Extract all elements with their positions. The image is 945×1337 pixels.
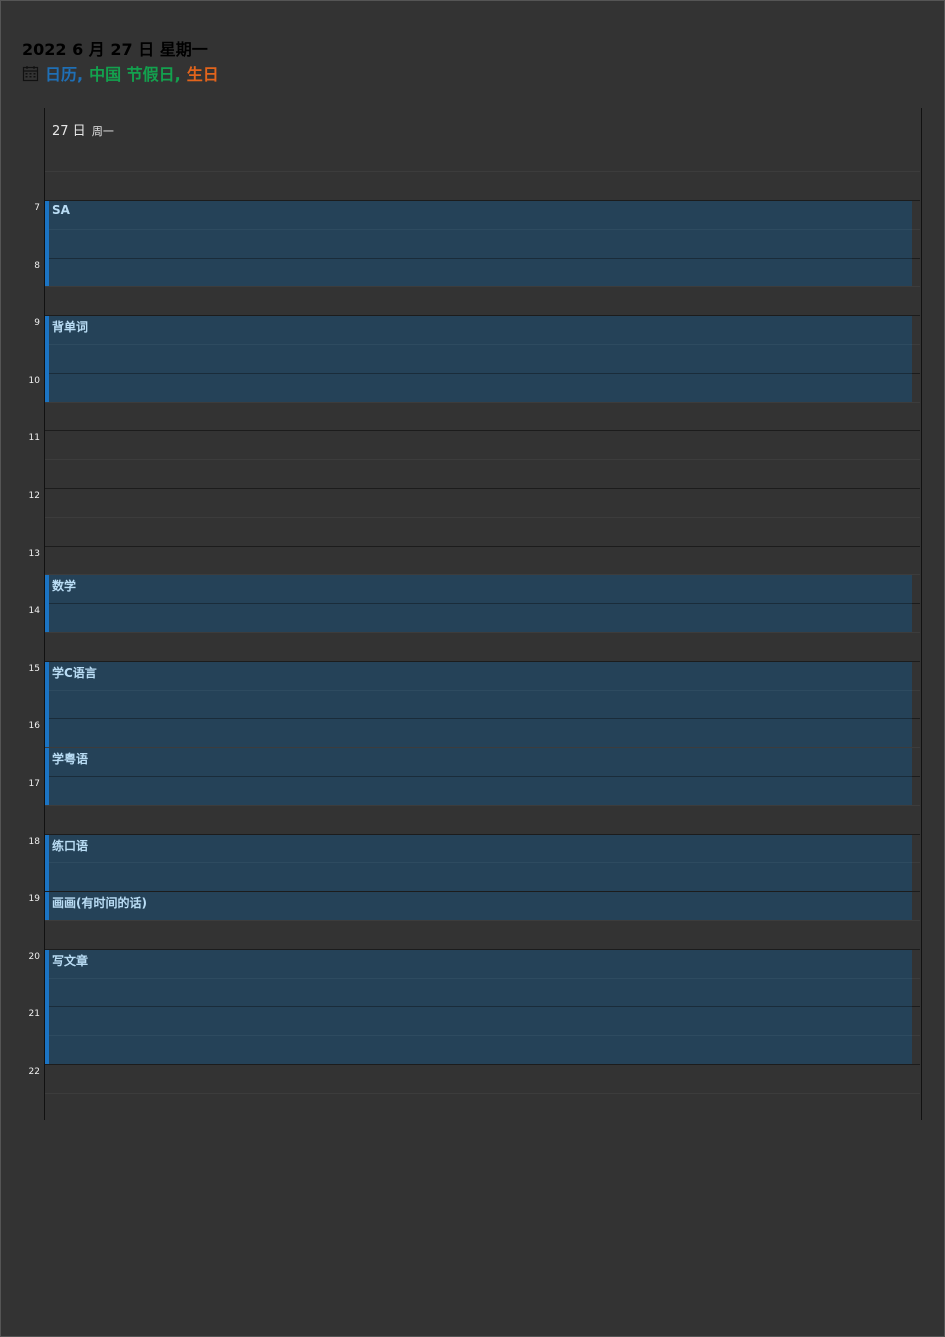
event-title: 背单词: [52, 320, 89, 334]
hour-label: 18: [28, 837, 40, 847]
event-half-hour-line: [49, 862, 912, 863]
half-hour-line: [45, 805, 920, 806]
hour-label: 9: [34, 318, 40, 328]
hour-label: 7: [34, 203, 40, 213]
event-hour-line: [49, 373, 912, 374]
event-hour-line: [49, 1006, 912, 1007]
hour-label: 21: [28, 1009, 40, 1019]
hour-label: 17: [28, 779, 40, 789]
calendar-event[interactable]: 练口语: [45, 835, 912, 891]
half-hour-line: [45, 171, 920, 172]
hour-label: 19: [28, 894, 40, 904]
hour-line: [45, 546, 920, 547]
hour-line: [45, 1064, 920, 1065]
calendar-name-birthdays: 生日: [186, 65, 219, 84]
hour-label: 14: [28, 606, 40, 616]
event-hour-line: [49, 603, 912, 604]
hour-label: 16: [28, 721, 40, 731]
hour-label: 15: [28, 664, 40, 674]
half-hour-line: [45, 1093, 920, 1094]
page-title: 2022 6 月 27 日 星期一: [22, 40, 208, 59]
hour-line: [45, 488, 920, 489]
event-title: 数学: [52, 579, 77, 593]
event-half-hour-line: [49, 344, 912, 345]
half-hour-line: [45, 286, 920, 287]
event-title: 画画(有时间的话): [52, 896, 147, 910]
day-date: 27 日: [52, 124, 86, 139]
day-weekday: 周一: [91, 125, 114, 138]
hour-label: 8: [34, 261, 40, 271]
event-hour-line: [49, 258, 912, 259]
half-hour-line: [45, 459, 920, 460]
calendar-list: 日历, 中国 节假日, 生日: [22, 63, 219, 84]
hour-label: 20: [28, 952, 40, 962]
event-hour-line: [49, 776, 912, 777]
event-title: SA: [52, 203, 70, 217]
calendar-icon: [22, 65, 39, 82]
calendar-name-default: 日历,: [45, 65, 84, 84]
half-hour-line: [45, 632, 920, 633]
hour-label: 10: [28, 376, 40, 386]
calendar-event[interactable]: 写文章: [45, 950, 912, 1064]
event-half-hour-line: [49, 978, 912, 979]
hour-line: [45, 430, 920, 431]
event-title: 练口语: [52, 839, 89, 853]
half-hour-line: [45, 402, 920, 403]
event-half-hour-line: [49, 690, 912, 691]
event-title: 学粤语: [52, 752, 89, 766]
event-title: 学C语言: [52, 666, 97, 680]
calendar-name-holidays: 中国 节假日,: [89, 65, 181, 84]
hour-label: 22: [28, 1067, 40, 1077]
event-half-hour-line: [49, 229, 912, 230]
calendar-event[interactable]: 背单词: [45, 316, 912, 402]
event-title: 写文章: [52, 954, 89, 968]
half-hour-line: [45, 517, 920, 518]
hour-label: 11: [28, 433, 40, 443]
event-half-hour-line: [49, 1035, 912, 1036]
half-hour-line: [45, 920, 920, 921]
calendar-event[interactable]: 学C语言: [45, 662, 912, 747]
calendar-event[interactable]: SA: [45, 201, 912, 286]
hour-label: 12: [28, 491, 40, 501]
hour-label: 13: [28, 549, 40, 559]
event-hour-line: [49, 718, 912, 719]
day-column-header: 27 日 周一: [52, 120, 114, 139]
calendar-event[interactable]: 画画(有时间的话): [45, 892, 912, 920]
